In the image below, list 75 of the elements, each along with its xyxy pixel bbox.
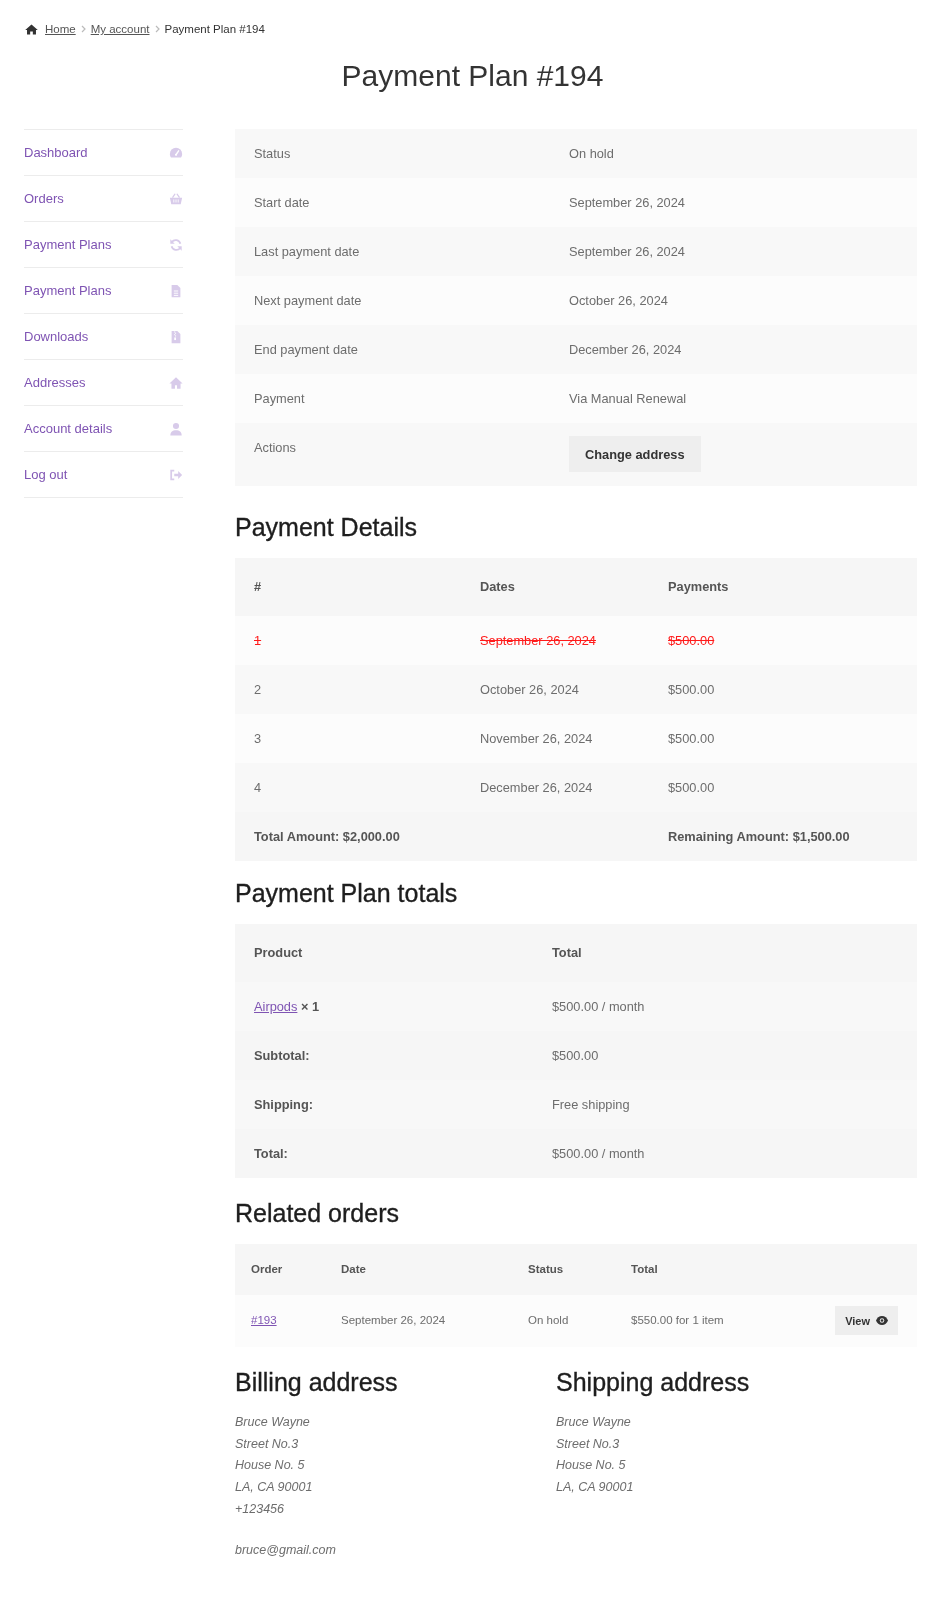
row-value: December 26, 2024	[550, 325, 917, 374]
table-header-cell: Order	[235, 1244, 325, 1295]
table-header-cell: Product	[235, 924, 533, 982]
home-icon	[25, 23, 38, 35]
summary-value: $500.00 / month	[533, 1129, 917, 1178]
table-cell: October 26, 2024	[461, 665, 649, 714]
email-address: bruce@gmail.com	[235, 1542, 336, 1560]
address-line: LA, CA 90001	[235, 1479, 313, 1497]
table-cell: $500.00	[649, 763, 917, 812]
summary-value: Free shipping	[533, 1080, 917, 1129]
row-label: End payment date	[235, 325, 550, 374]
remaining-amount: Remaining Amount: $1,500.00	[649, 812, 917, 861]
address-line: LA, CA 90001	[556, 1479, 634, 1497]
row-value: On hold	[550, 129, 917, 178]
refresh-icon	[169, 237, 183, 252]
nav-link[interactable]: Downloads	[24, 314, 183, 360]
section-heading: Shipping address	[556, 1367, 750, 1397]
row-label: Actions	[235, 423, 550, 486]
product-quantity: × 1	[300, 999, 320, 1014]
table-header-cell: Date	[325, 1244, 512, 1295]
page-title: Payment Plan #194	[341, 58, 604, 94]
breadcrumb-current: Payment Plan #194	[164, 22, 265, 37]
section-heading: Payment Details	[235, 512, 418, 542]
sign-out-icon	[169, 467, 183, 482]
table-cell: $500.00	[649, 665, 917, 714]
table-header-cell: Total	[615, 1244, 885, 1295]
section-heading: Payment Plan totals	[235, 878, 458, 908]
row-label: Last payment date	[235, 227, 550, 276]
table-header-cell: #	[235, 558, 461, 616]
product-link[interactable]: Airpods	[254, 999, 298, 1014]
table-header-cell: Status	[512, 1244, 615, 1295]
nav-link[interactable]: Account details	[24, 406, 183, 452]
nav-link[interactable]: Addresses	[24, 360, 183, 406]
section-heading: Billing address	[235, 1367, 398, 1397]
chevron-icon	[154, 25, 160, 33]
document-icon	[169, 283, 183, 298]
address-line: Street No.3	[556, 1435, 620, 1453]
order-link[interactable]: #193	[251, 1314, 277, 1326]
summary-label: Shipping:	[235, 1080, 533, 1129]
basket-icon	[169, 191, 183, 206]
gauge-icon	[169, 145, 183, 160]
address-line: House No. 5	[556, 1457, 626, 1475]
address-line: Bruce Wayne	[235, 1414, 310, 1431]
breadcrumb-link[interactable]: Home	[45, 21, 76, 37]
summary-label: Total:	[235, 1129, 533, 1178]
nav-link[interactable]: Orders	[24, 176, 183, 222]
breadcrumb-link[interactable]: My account	[90, 21, 150, 37]
table-cell: 2	[235, 665, 461, 714]
chevron-icon	[80, 25, 86, 33]
nav-link[interactable]: Dashboard	[24, 130, 183, 176]
user-icon	[169, 421, 183, 436]
table-cell: 4	[235, 763, 461, 812]
row-label: Status	[235, 129, 550, 178]
eye-icon	[876, 1316, 888, 1325]
table-cell: $500.00 / month	[533, 982, 917, 1031]
address-line: House No. 5	[235, 1457, 305, 1475]
nav-link[interactable]: Payment Plans	[24, 222, 183, 268]
zip-file-icon	[169, 329, 183, 344]
total-amount: Total Amount: $2,000.00	[235, 812, 649, 861]
summary-value: $500.00	[533, 1031, 917, 1080]
table-header-cell: Payments	[649, 558, 917, 616]
table-cell: December 26, 2024	[461, 763, 649, 812]
address-line: Bruce Wayne	[556, 1414, 631, 1431]
house-icon	[169, 375, 183, 390]
change-address-button[interactable]: Change address	[569, 436, 701, 472]
table-header-cell: Total	[533, 924, 917, 982]
summary-label: Subtotal:	[235, 1031, 533, 1080]
row-value: September 26, 2024	[550, 227, 917, 276]
nav-link[interactable]: Payment Plans	[24, 268, 183, 314]
view-button[interactable]: View	[835, 1306, 898, 1335]
phone-number: +123456	[235, 1500, 284, 1518]
section-heading: Related orders	[235, 1198, 399, 1228]
nav-link[interactable]: Log out	[24, 452, 183, 498]
table-header-cell: Dates	[461, 558, 649, 616]
address-line: Street No.3	[235, 1435, 299, 1453]
